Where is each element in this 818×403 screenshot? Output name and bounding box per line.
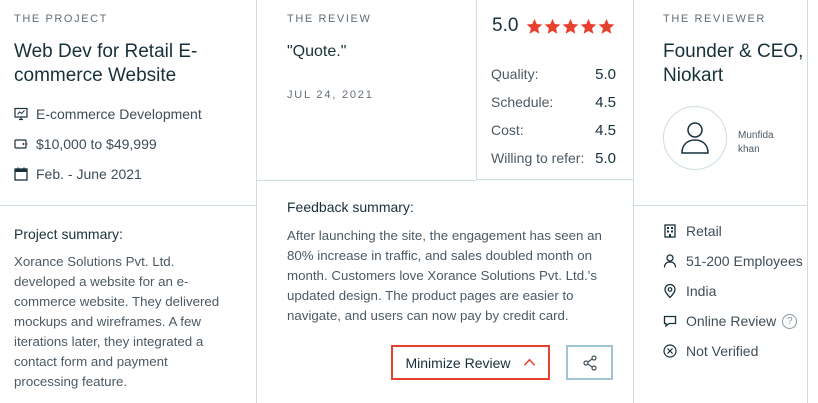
reviewer-company-size-label: 51-200 Employees (686, 253, 803, 269)
reviewer-title: Founder & CEO, Niokart (663, 40, 803, 88)
person-icon (663, 254, 677, 268)
project-title-line-1: Web Dev for Retail E- (14, 41, 198, 62)
summary-line: processing feature. (14, 374, 128, 389)
score-cost: Cost: 4.5 (491, 122, 616, 139)
price-tag-icon (14, 139, 28, 149)
score-value: 4.5 (595, 94, 616, 111)
summary-line: commerce website. They delivered (14, 294, 220, 309)
project-service-label: E-commerce Development (36, 106, 202, 122)
user-avatar-icon (681, 122, 709, 154)
score-label: Schedule: (491, 94, 554, 110)
chevron-up-icon (523, 358, 535, 366)
divider-project-review (256, 0, 257, 403)
reviewer-name: Munfida khan (738, 129, 788, 157)
feedback-line: updated design. The product pages are ea… (287, 288, 574, 303)
building-icon (664, 224, 676, 238)
share-button[interactable] (566, 345, 613, 380)
monitor-icon (14, 107, 28, 121)
summary-line: Xorance Solutions Pvt. Ltd. (14, 254, 175, 269)
divider-right-edge (807, 0, 808, 403)
score-label: Willing to refer: (491, 150, 585, 166)
summary-line: iterations later, they integrated a (14, 334, 204, 349)
calendar-icon (14, 167, 28, 181)
project-eyebrow: THE PROJECT (14, 13, 108, 25)
minimize-review-label: Minimize Review (405, 354, 511, 371)
project-timeline-label: Feb. - June 2021 (36, 166, 142, 182)
share-icon (582, 354, 597, 371)
reviewer-review-type: Online Review ? (663, 313, 798, 329)
reviewer-title-line-1: Founder & CEO, (663, 41, 804, 62)
help-icon[interactable]: ? (782, 313, 798, 329)
reviewer-review-type-label: Online Review (686, 313, 777, 329)
score-value: 5.0 (595, 66, 616, 83)
feedback-summary-text: After launching the site, the engagement… (287, 226, 627, 326)
review-quote: "Quote." (287, 43, 347, 60)
reviewer-verification-label: Not Verified (686, 343, 759, 359)
avatar (663, 106, 727, 170)
score-willing-to-refer: Willing to refer: 5.0 (491, 150, 616, 167)
project-title-line-2: commerce Website (14, 65, 177, 86)
review-eyebrow: THE REVIEW (287, 13, 372, 25)
location-pin-icon (664, 284, 676, 298)
project-summary-text: Xorance Solutions Pvt. Ltd. developed a … (14, 252, 250, 392)
reviewer-eyebrow: THE REVIEWER (663, 13, 766, 25)
star-icon (527, 18, 543, 34)
project-title: Web Dev for Retail E- commerce Website (14, 40, 197, 88)
reviewer-company-size: 51-200 Employees (663, 253, 803, 269)
star-icon (545, 18, 561, 34)
score-label: Quality: (491, 66, 539, 82)
reviewer-industry: Retail (663, 223, 722, 239)
feedback-line: After launching the site, the engagement… (287, 228, 602, 243)
minimize-review-button[interactable]: Minimize Review (391, 345, 550, 380)
reviewer-name-line: khan (738, 144, 760, 155)
star-icon (563, 18, 579, 34)
star-icon (599, 18, 615, 34)
reviewer-location-label: India (686, 283, 717, 299)
not-verified-icon (663, 344, 677, 358)
feedback-line: month. Customers love Xorance Solutions … (287, 268, 597, 283)
project-budget-label: $10,000 to $49,999 (36, 136, 157, 152)
chat-bubble-icon (663, 315, 677, 328)
divider-review-reviewer (633, 0, 634, 403)
star-rating (526, 18, 616, 35)
divider-reviewer-info (634, 205, 807, 206)
score-label: Cost: (491, 122, 524, 138)
score-value: 5.0 (595, 150, 616, 167)
star-icon (581, 18, 597, 34)
reviewer-industry-label: Retail (686, 223, 722, 239)
divider-project-summary (0, 205, 256, 206)
feedback-line: 80% increase in traffic, and sales doubl… (287, 248, 593, 263)
score-value: 4.5 (595, 122, 616, 139)
reviewer-name-line: Munfida (738, 130, 774, 141)
project-service: E-commerce Development (14, 106, 202, 122)
reviewer-location: India (663, 283, 716, 299)
feedback-line: navigate, and users can now pay by credi… (287, 308, 569, 323)
project-summary-label: Project summary: (14, 226, 123, 242)
divider-feedback (257, 180, 476, 181)
summary-line: contact form and payment (14, 354, 168, 369)
project-budget: $10,000 to $49,999 (14, 136, 157, 152)
reviewer-title-line-2: Niokart (663, 65, 724, 86)
score-schedule: Schedule: 4.5 (491, 94, 616, 111)
overall-rating: 5.0 (492, 15, 616, 37)
summary-line: mockups and wireframes. A few (14, 314, 201, 329)
score-quality: Quality: 5.0 (491, 66, 616, 83)
project-timeline: Feb. - June 2021 (14, 166, 142, 182)
overall-rating-value: 5.0 (492, 15, 519, 36)
review-date: JUL 24, 2021 (287, 89, 374, 101)
summary-line: developed a website for an e- (14, 274, 189, 289)
feedback-summary-label: Feedback summary: (287, 199, 414, 215)
reviewer-verification: Not Verified (663, 343, 758, 359)
